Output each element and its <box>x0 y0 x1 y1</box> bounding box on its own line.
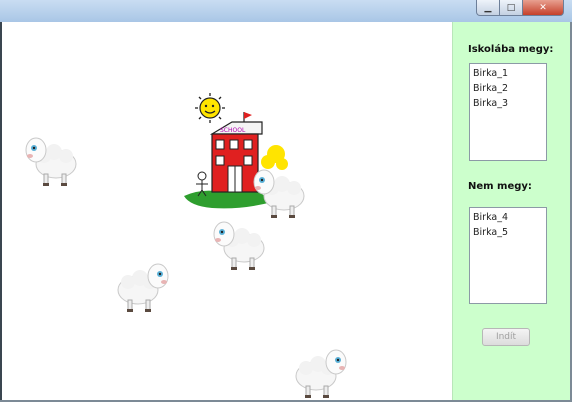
svg-text:SCHOOL: SCHOOL <box>220 127 246 134</box>
sheep-icon <box>213 221 265 270</box>
school-listbox[interactable]: Birka_1 Birka_2 Birka_3 <box>469 63 547 161</box>
start-button[interactable]: Indít <box>482 328 530 346</box>
maximize-icon: □ <box>506 2 516 13</box>
close-icon: ✕ <box>539 2 547 13</box>
maximize-button[interactable]: □ <box>500 0 522 16</box>
not-going-listbox[interactable]: Birka_4 Birka_5 <box>469 207 547 304</box>
not-going-list-label: Nem megy: <box>468 181 532 192</box>
window-controls: ▁ □ ✕ <box>476 0 564 16</box>
sheep-icon <box>117 263 169 312</box>
sun-icon <box>195 93 225 123</box>
control-sidebar: Iskolába megy: Birka_1 Birka_2 Birka_3 N… <box>452 22 571 400</box>
sheep-icon <box>25 137 77 186</box>
sheep-icon <box>295 349 347 398</box>
list-item[interactable]: Birka_2 <box>473 81 543 96</box>
sheep-icon <box>253 169 305 218</box>
list-item[interactable]: Birka_5 <box>473 225 543 240</box>
minimize-button[interactable]: ▁ <box>476 0 500 16</box>
list-item[interactable]: Birka_4 <box>473 210 543 225</box>
close-button[interactable]: ✕ <box>522 0 564 16</box>
window-titlebar: ▁ □ ✕ <box>0 0 572 23</box>
list-item[interactable]: Birka_1 <box>473 66 543 81</box>
minimize-icon: ▁ <box>484 2 492 13</box>
school-list-label: Iskolába megy: <box>468 44 554 55</box>
play-field: SCHOOL <box>2 22 452 400</box>
list-item[interactable]: Birka_3 <box>473 96 543 111</box>
